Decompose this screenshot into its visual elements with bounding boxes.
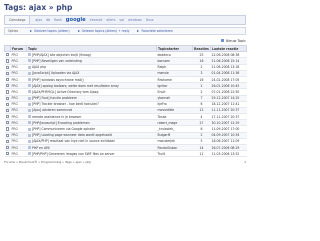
row-topic[interactable]: [PHP] Tracker browser - hoe bedt hoinule… — [32, 102, 99, 106]
row-topic[interactable]: remote assistence in je browser — [32, 115, 81, 119]
row-topic[interactable]: [PHP/AJAX] alle objecten kwijt (ifnaag) — [32, 53, 91, 57]
row-checkbox[interactable] — [5, 127, 9, 131]
topic-icon — [27, 96, 31, 100]
row-topic[interactable]: AJAX php — [32, 65, 46, 69]
row-checkbox[interactable] — [5, 96, 9, 100]
toolbar: Nieuw Topic — [4, 37, 246, 44]
tag-link[interactable]: xhtml — [104, 18, 117, 22]
options-label: Opties — [8, 29, 18, 33]
row-topic[interactable]: [PHP] Communiceren via Google xphaler — [32, 127, 95, 131]
row-checkbox[interactable] — [5, 84, 9, 88]
tag-link[interactable]: internet — [88, 18, 105, 22]
topic-icon — [27, 65, 31, 69]
row-topic[interactable]: [PHP] Loading page wanneer data wordt op… — [32, 133, 112, 137]
row-checkbox[interactable] — [5, 133, 9, 137]
footer: Forums » Devschool® » Programming » Tags… — [4, 159, 246, 165]
row-checkbox[interactable] — [5, 115, 9, 119]
arrow-right-icon — [77, 30, 80, 32]
topic-icon — [27, 59, 31, 63]
row-checkbox[interactable] — [5, 139, 9, 143]
tag-nav-bar: Coinsbags ajax db flash google internet xhtml… — [4, 15, 246, 25]
new-topic-icon — [220, 39, 224, 42]
row-last-reply[interactable]: 11-03-2006 13:52 — [210, 150, 247, 158]
topic-icon — [27, 121, 31, 125]
arrow-right-icon — [30, 30, 32, 32]
tab-coinsbags[interactable]: Coinsbags — [5, 16, 31, 24]
row-topic[interactable]: [PHP] Beveiligen van verbinding — [32, 59, 82, 63]
tag-link[interactable]: flash — [52, 18, 64, 22]
topic-icon — [27, 139, 31, 143]
row-checkbox[interactable] — [5, 71, 9, 75]
row-topic[interactable]: [Ajax] advieren samenvat — [32, 108, 72, 112]
arrow-right-icon — [137, 30, 140, 32]
pagination[interactable]: 1 — [244, 160, 246, 164]
topic-icon — [27, 71, 31, 75]
row-topic[interactable]: [PHP] Fout] functie probleem — [32, 96, 77, 100]
page-title: Tags: ajax » php — [4, 3, 73, 12]
row-replies: 11 — [192, 150, 211, 158]
row-checkbox[interactable] — [5, 146, 9, 150]
option-read-reply[interactable]: Gelezen topics (alleen) + reply — [77, 29, 129, 33]
tag-link[interactable]: linux — [144, 18, 156, 22]
tag-links: ajax db flash google internet xhtml sql windows… — [30, 17, 155, 23]
topics-table: Forum Topic Topicstarter Reacties Laatst… — [4, 44, 247, 158]
tag-link[interactable]: sql — [117, 18, 126, 22]
row-topic[interactable]: PHP en AMI — [32, 146, 50, 150]
tag-link[interactable]: windows — [126, 18, 144, 22]
table-row[interactable]: PRG [PHP/PHP] Genereren images van SWF fi… — [4, 150, 247, 158]
topic-icon — [27, 146, 31, 150]
row-checkbox[interactable] — [5, 152, 9, 156]
topic-icon — [27, 108, 31, 112]
topic-icon — [27, 115, 31, 119]
breadcrumb: Forums » Devschool® » Programming » Tags… — [4, 160, 92, 165]
row-topic[interactable]: [AJAX] opslag toolbars, welke doen met r… — [32, 84, 119, 88]
row-topic-cell: [PHP/PHP] Genereren images van SWF files… — [26, 150, 157, 158]
options-bar: Opties Gelezen topics (alleen) Gelezen t… — [4, 27, 246, 35]
row-topic[interactable]: [AJAX/PHP/SQL] Active Directory tom Ajax… — [32, 90, 98, 94]
tag-link[interactable]: google — [64, 17, 88, 23]
page: Tags: ajax » php Coinsbags ajax db flash go… — [4, 3, 247, 165]
topic-icon — [27, 133, 31, 137]
topic-icon — [27, 102, 31, 106]
topic-icon — [27, 78, 31, 82]
row-checkbox[interactable] — [5, 59, 9, 63]
topic-icon — [27, 127, 31, 131]
row-starter[interactable]: Trulit — [156, 150, 193, 158]
row-checkbox[interactable] — [5, 102, 9, 106]
topic-icon — [27, 152, 31, 156]
row-topic[interactable]: [JavaScript] Uploaden via AJAX — [32, 71, 79, 75]
option-favorites[interactable]: Favoriete selecteren — [137, 29, 173, 33]
row-topic[interactable]: [PHP] windows asynchrone mail() — [32, 78, 84, 82]
row-checkbox[interactable] — [5, 90, 9, 94]
tag-link[interactable]: ajax — [33, 18, 44, 22]
row-checkbox[interactable] — [5, 77, 9, 82]
topic-icon — [27, 84, 31, 88]
topic-icon — [27, 90, 31, 94]
row-checkbox[interactable] — [5, 53, 9, 57]
tag-link[interactable]: db — [44, 18, 52, 22]
row-topic[interactable]: [AJAX/PHP] resultaat van kiye niet in so… — [32, 139, 115, 143]
new-topic-button[interactable]: Nieuw Topic — [220, 39, 246, 43]
row-forum[interactable]: PRG — [10, 150, 27, 158]
row-topic[interactable]: [PHP/Javascript] Encoding problemen — [32, 121, 90, 125]
option-read-only[interactable]: Gelezen topics (alleen) — [30, 29, 70, 33]
row-checkbox[interactable] — [5, 108, 9, 113]
row-topic[interactable]: [PHP/PHP] Genereren images van SWF files… — [32, 152, 115, 156]
row-checkbox[interactable] — [5, 121, 9, 125]
row-checkbox[interactable] — [5, 65, 9, 69]
topic-icon — [27, 53, 31, 57]
